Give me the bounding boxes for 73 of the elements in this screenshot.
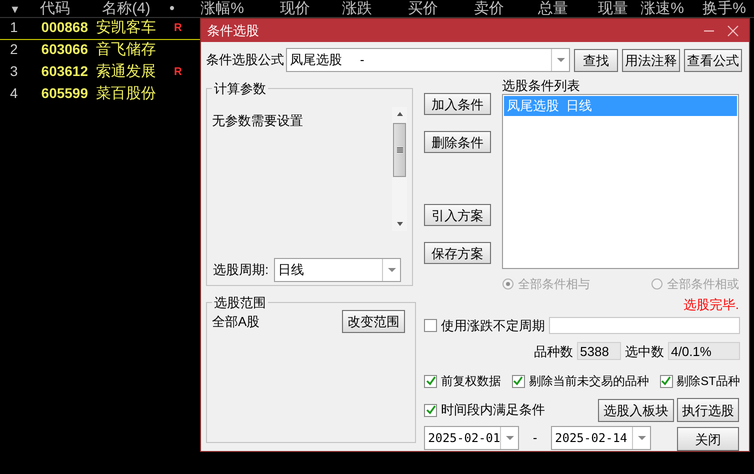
window-title: 条件选股 (207, 22, 259, 40)
close-icon (727, 24, 739, 36)
list-label: 选股条件列表 (502, 78, 581, 94)
stock-name: 音飞储存 (96, 41, 156, 58)
button[interactable]: 查看公式 (684, 48, 742, 72)
input-field[interactable] (549, 317, 740, 334)
date-combobox[interactable]: 2025-02-14 (551, 426, 651, 450)
button[interactable]: 引入方案 (424, 204, 491, 226)
count-field: 4/0.1% (668, 342, 740, 360)
stock-name: 安凯客车 (96, 19, 156, 36)
dropdown-arrow-icon (504, 435, 515, 441)
message-text: 无参数需要设置 (212, 112, 304, 130)
column-header[interactable]: 现量 (598, 0, 628, 17)
flag-marker: R (174, 21, 182, 36)
button[interactable]: 保存方案 (424, 242, 491, 264)
stock-code: 000868 (41, 19, 88, 36)
checkbox[interactable]: 剔除ST品种 (660, 372, 740, 390)
checkbox[interactable]: 前复权数据 (424, 372, 501, 390)
row-number: 1 (10, 19, 18, 36)
column-header[interactable]: 代码 (40, 0, 70, 17)
scroll-up-icon (396, 112, 402, 116)
button[interactable]: 关闭 (677, 427, 739, 451)
column-header[interactable]: ▼ (10, 4, 20, 16)
scroll-down-icon (396, 222, 402, 226)
scope-value: 全部A股 (212, 312, 260, 331)
column-header[interactable]: 卖价 (474, 0, 504, 17)
field-label: 条件选股公式 (206, 51, 285, 70)
check-icon (426, 376, 436, 386)
stock-code: 605599 (41, 85, 88, 102)
date-separator: - (532, 429, 538, 448)
date-combobox[interactable]: 2025-02-01 (424, 426, 519, 450)
column-header[interactable]: 涨速% (640, 0, 684, 17)
field-label: 选股周期: (212, 261, 270, 280)
row-number: 4 (10, 85, 18, 102)
formula-combobox[interactable]: 凤尾选股 - (286, 48, 570, 72)
button[interactable]: 选股入板块 (598, 398, 674, 422)
stock-code: 603612 (41, 63, 88, 80)
button[interactable]: 改变范围 (342, 310, 405, 333)
checkbox[interactable]: 剔除当前未交易的品种 (512, 372, 649, 390)
stock-code: 603066 (41, 41, 88, 58)
column-header[interactable]: 总量 (538, 0, 568, 17)
count-label: 品种数 (534, 342, 573, 360)
button[interactable]: 加入条件 (424, 93, 491, 115)
check-icon (661, 376, 672, 386)
dropdown-arrow-icon (386, 267, 396, 273)
button[interactable]: 查找 (574, 48, 618, 72)
button[interactable]: 执行选股 (677, 398, 739, 422)
dropdown-arrow-icon (636, 435, 646, 441)
button[interactable]: 删除条件 (424, 131, 491, 153)
period-combobox[interactable]: 日线 (274, 258, 401, 282)
grip-icon (396, 147, 402, 153)
checkbox[interactable]: 时间段内满足条件 (424, 400, 545, 420)
stock-name: 菜百股份 (96, 85, 156, 102)
column-header[interactable]: 换手% (702, 0, 746, 17)
row-number: 3 (10, 63, 18, 80)
dropdown-arrow-icon (556, 57, 566, 63)
stock-name: 索通发展 (96, 63, 156, 80)
column-header[interactable]: 涨幅% (200, 0, 244, 17)
scrollbar[interactable] (392, 107, 407, 231)
check-icon (426, 405, 436, 415)
row-number: 2 (10, 41, 18, 58)
column-header[interactable]: 涨跌 (342, 0, 372, 17)
column-header[interactable]: 名称(4) (102, 0, 150, 17)
check-icon (513, 376, 524, 386)
column-header[interactable]: • (169, 0, 175, 17)
checkbox[interactable]: 使用涨跌不定周期 (424, 316, 545, 336)
count-field: 5388 (577, 342, 621, 360)
column-header[interactable]: 现价 (280, 0, 310, 17)
button[interactable]: 用法注释 (622, 48, 680, 72)
column-header[interactable]: 买价 (408, 0, 438, 17)
status-text: 选股完毕. (683, 296, 739, 313)
flag-marker: R (174, 65, 182, 80)
count-label: 选中数 (625, 342, 664, 360)
